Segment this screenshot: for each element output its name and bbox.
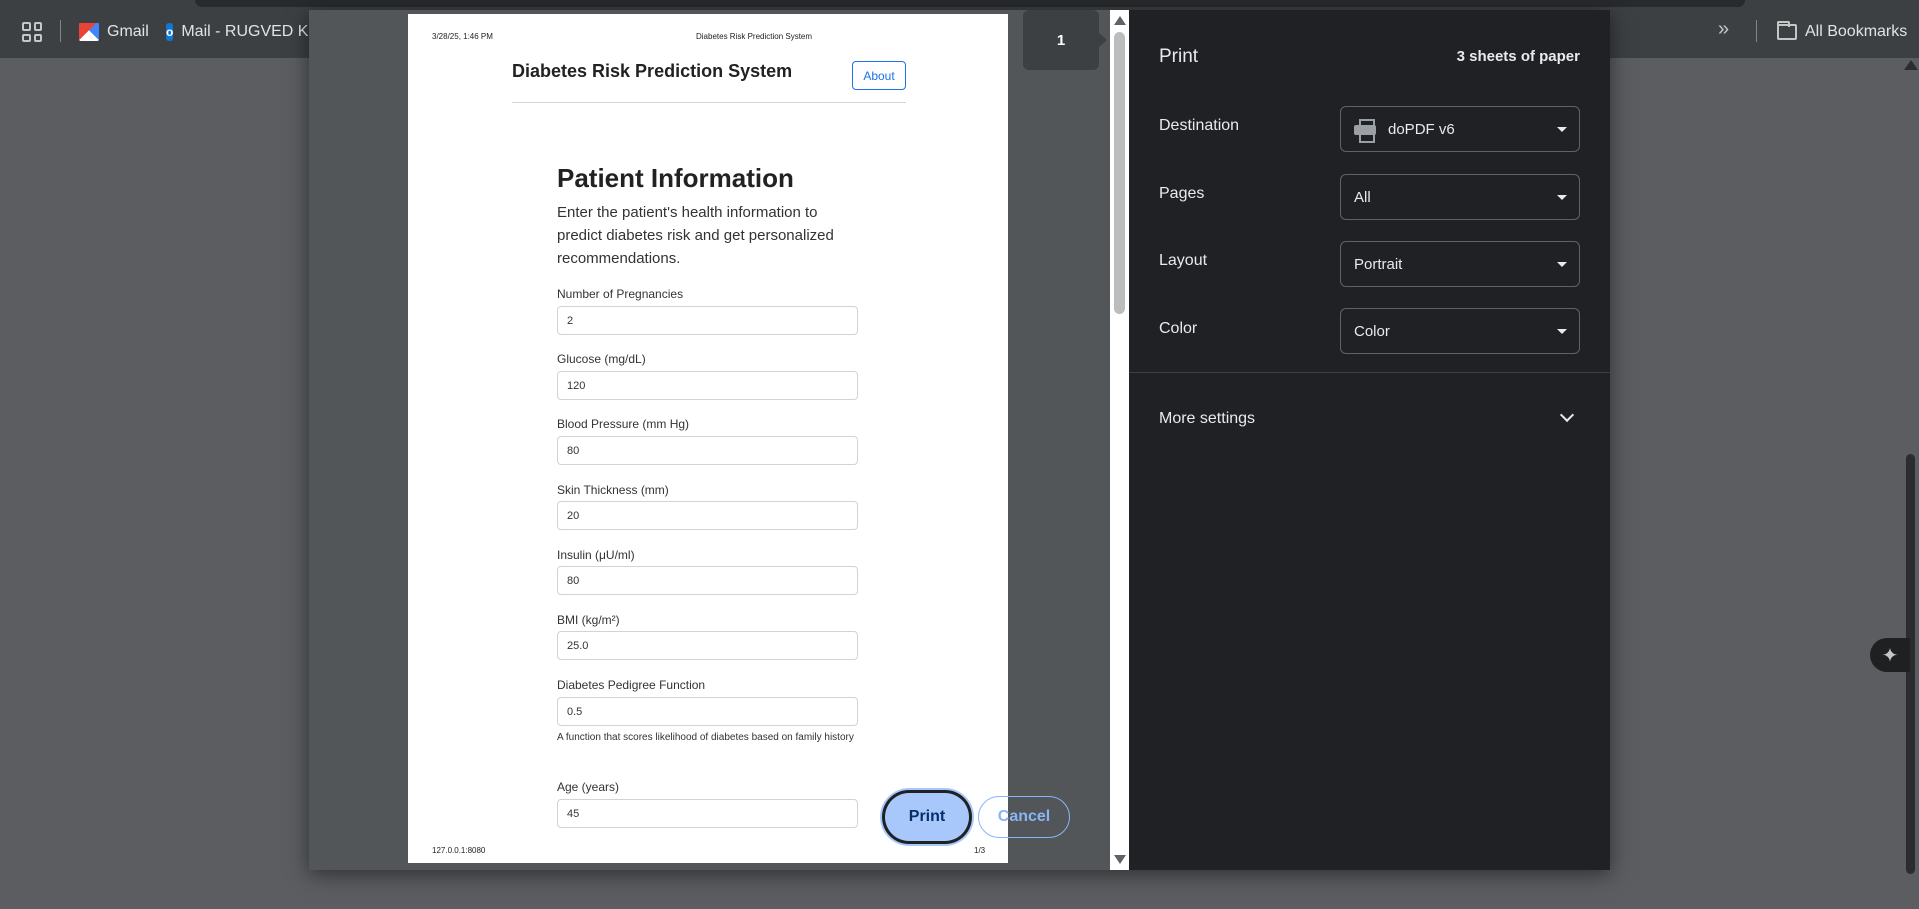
bookmark-label: Gmail [107, 23, 149, 40]
layout-value: Portrait [1354, 255, 1403, 273]
pages-label: Pages [1159, 185, 1205, 202]
gmail-icon [79, 23, 99, 41]
field-value: 80 [557, 436, 858, 465]
pages-select[interactable]: All [1340, 174, 1580, 220]
field-label: Age (years) [557, 780, 620, 794]
destination-select[interactable]: doPDF v6 [1340, 106, 1580, 152]
destination-label: Destination [1159, 117, 1240, 134]
destination-value: doPDF v6 [1388, 120, 1455, 138]
field-value: 80 [557, 566, 858, 595]
doc-about-button: About [852, 61, 906, 90]
folder-icon [1777, 21, 1797, 40]
all-bookmarks-label: All Bookmarks [1805, 23, 1908, 40]
sparkle-icon[interactable]: ✦ [1870, 638, 1910, 672]
field-label: BMI (kg/m²) [557, 613, 620, 627]
sheets-count: 3 sheets of paper [1456, 48, 1580, 65]
color-value: Color [1354, 322, 1390, 340]
layout-label: Layout [1159, 252, 1208, 269]
scroll-down-arrow-icon[interactable] [1114, 855, 1126, 864]
dropdown-caret-icon [1557, 195, 1567, 200]
bookmarks-separator [1756, 20, 1757, 42]
apps-grid-icon[interactable] [22, 22, 42, 42]
print-settings-panel: Print 3 sheets of paper Destination doPD… [1129, 10, 1610, 870]
field-value: 45 [557, 799, 858, 828]
bookmarks-separator [60, 20, 61, 42]
field-label: Diabetes Pedigree Function [557, 678, 706, 692]
print-button[interactable]: Print [885, 793, 969, 841]
field-help-text: A function that scores likelihood of dia… [557, 732, 854, 743]
print-title: Print [1159, 46, 1199, 67]
doc-footer-url: 127.0.0.1:8080 [432, 846, 486, 855]
page-number-badge: 1 [1023, 10, 1107, 70]
field-value: 25.0 [557, 631, 858, 660]
field-value: 20 [557, 501, 858, 530]
field-label: Skin Thickness (mm) [557, 483, 669, 497]
preview-scrollbar[interactable] [1110, 10, 1129, 870]
doc-app-title: Diabetes Risk Prediction System [512, 61, 793, 81]
dropdown-caret-icon [1557, 262, 1567, 267]
preview-page: 3/28/25, 1:46 PM Diabetes Risk Predictio… [408, 14, 1008, 863]
pages-value: All [1354, 188, 1371, 206]
dropdown-caret-icon [1557, 127, 1567, 132]
all-bookmarks-button[interactable]: All Bookmarks [1777, 20, 1907, 44]
omnibox-edge [195, 0, 1745, 7]
print-dialog: 3/28/25, 1:46 PM Diabetes Risk Predictio… [309, 10, 1610, 870]
field-label: Blood Pressure (mm Hg) [557, 417, 690, 431]
field-label: Glucose (mg/dL) [557, 352, 646, 366]
doc-intro: Enter the patient's health information t… [557, 204, 834, 267]
layout-select[interactable]: Portrait [1340, 241, 1580, 287]
field-value: 0.5 [557, 697, 858, 726]
doc-divider [512, 102, 906, 103]
color-label: Color [1159, 320, 1198, 337]
field-value: 2 [557, 306, 858, 335]
doc-header-title: Diabetes Risk Prediction System [696, 32, 813, 41]
doc-footer-page: 1/3 [974, 846, 986, 855]
field-value: 120 [557, 371, 858, 400]
doc-header-date: 3/28/25, 1:46 PM [432, 32, 493, 41]
printer-icon [1354, 119, 1376, 143]
settings-divider [1129, 372, 1610, 373]
doc-heading: Patient Information [557, 163, 794, 193]
chevron-down-icon[interactable] [1559, 407, 1575, 423]
more-settings-toggle[interactable]: More settings [1159, 410, 1255, 428]
color-select[interactable]: Color [1340, 308, 1580, 354]
preview-scroll-thumb[interactable] [1114, 32, 1125, 314]
scroll-up-arrow-icon[interactable] [1114, 16, 1126, 25]
outlook-icon: o [166, 23, 174, 41]
page-scroll-up-arrow-icon[interactable] [1904, 60, 1918, 70]
bookmark-label: Mail - RUGVED KI [181, 23, 309, 40]
print-preview-area: 3/28/25, 1:46 PM Diabetes Risk Predictio… [309, 10, 1110, 870]
bookmarks-overflow-icon[interactable]: » [1718, 18, 1729, 41]
cancel-button[interactable]: Cancel [978, 796, 1070, 838]
dropdown-caret-icon [1557, 329, 1567, 334]
bookmark-gmail[interactable]: Gmail [79, 20, 149, 44]
field-label: Number of Pregnancies [557, 287, 684, 301]
bookmark-outlook-mail[interactable]: o Mail - RUGVED KI [166, 20, 309, 44]
field-label: Insulin (μU/ml) [557, 548, 635, 562]
